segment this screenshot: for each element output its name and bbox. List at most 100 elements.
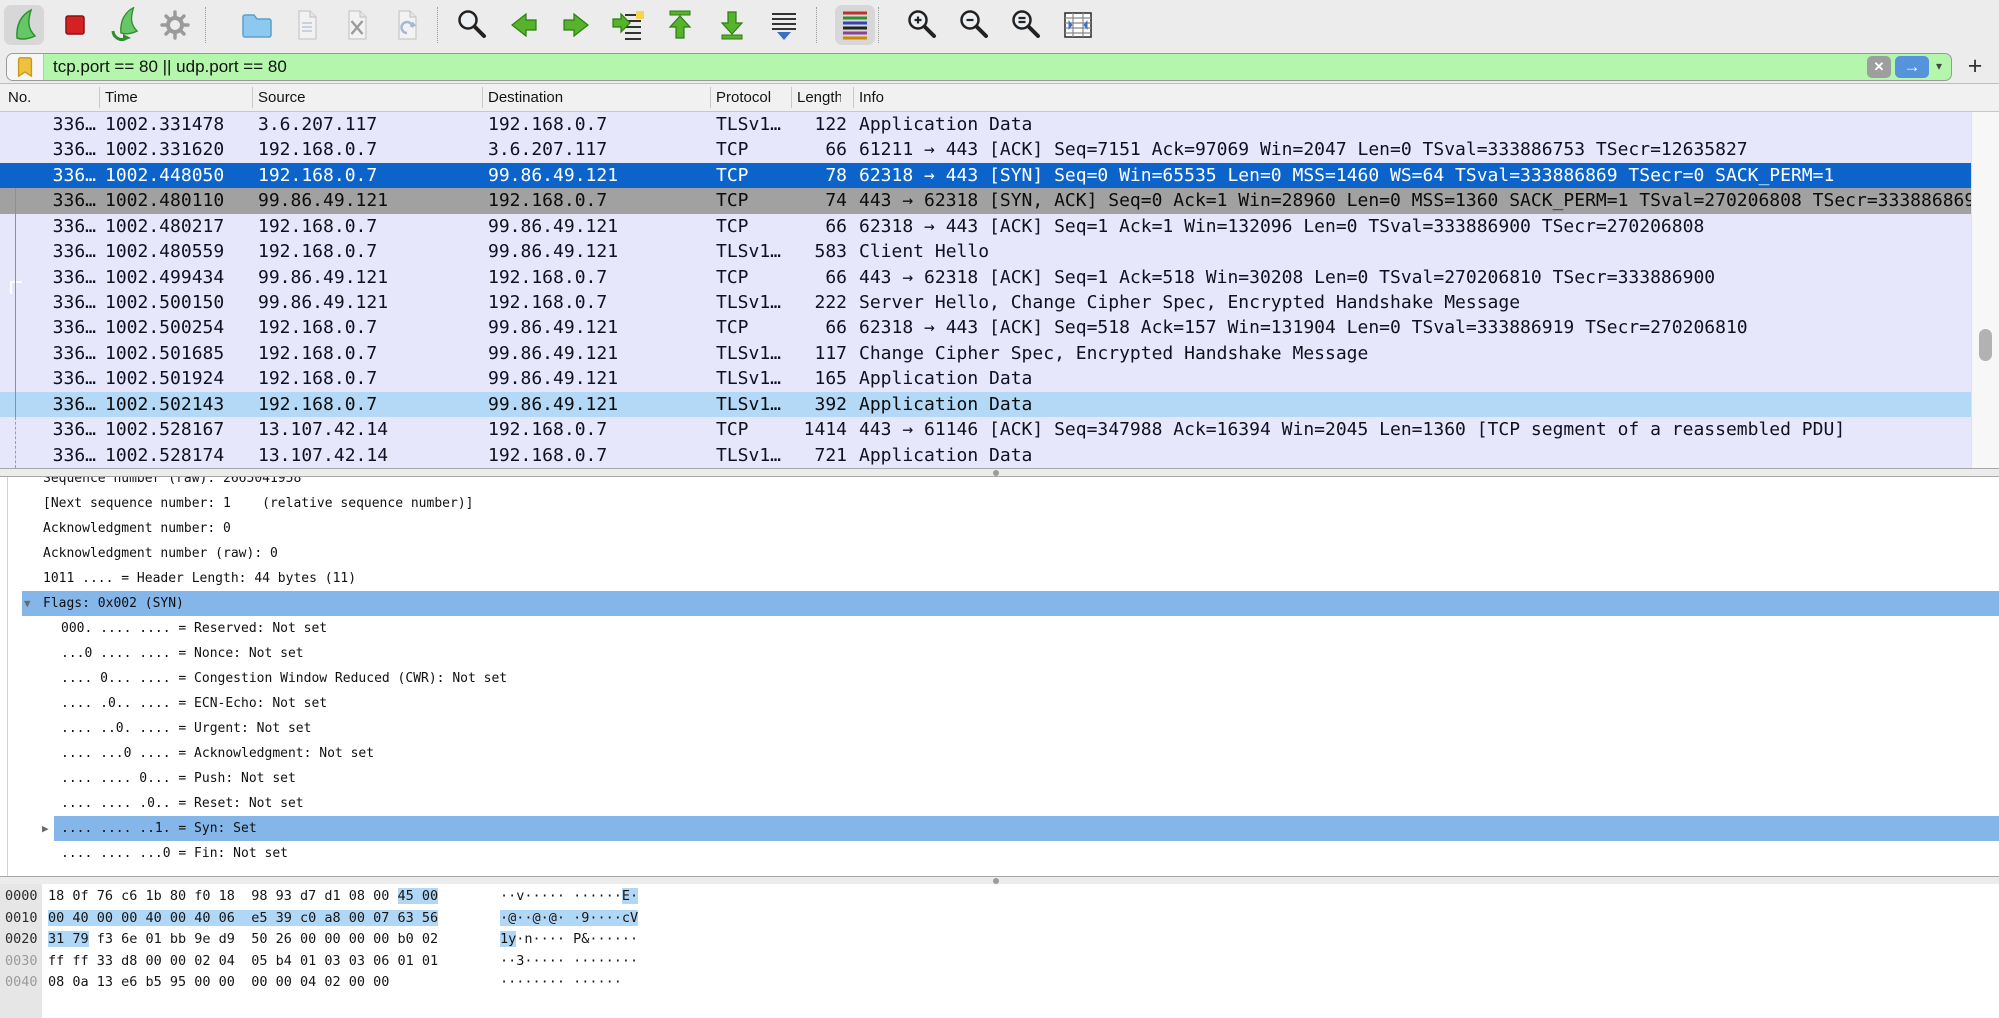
vertical-scrollbar[interactable] — [1971, 112, 1999, 468]
column-separator[interactable] — [252, 87, 253, 108]
column-header-no[interactable]: No. — [8, 84, 94, 111]
packet-row[interactable]: 336…1002.52817413.107.42.14192.168.0.7TL… — [0, 443, 1999, 468]
hex-ascii[interactable]: ·@··@·@· ·9····cV — [500, 908, 638, 929]
hex-row: 0040 08 0a 13 e6 b5 95 00 00 00 00 04 02 … — [0, 972, 1999, 993]
column-header-protocol[interactable]: Protocol — [716, 84, 789, 111]
find-packet-button[interactable] — [452, 5, 492, 45]
go-to-packet-button[interactable] — [608, 5, 648, 45]
detail-line[interactable]: Acknowledgment number: 0 — [0, 516, 1999, 541]
packet-row[interactable]: 336…1002.501924192.168.0.799.86.49.121TL… — [0, 366, 1999, 391]
detail-line[interactable]: Acknowledgment number (raw): 0 — [0, 541, 1999, 566]
filter-dropdown-caret[interactable]: ▾ — [1931, 59, 1947, 73]
detail-line[interactable]: .... .... ...0 = Fin: Not set — [0, 841, 1999, 866]
column-header-source[interactable]: Source — [258, 84, 480, 111]
detail-line[interactable]: .... ...0 .... = Acknowledgment: Not set — [0, 741, 1999, 766]
auto-scroll-button[interactable] — [764, 5, 804, 45]
hex-ascii[interactable]: ··3····· ········ — [500, 951, 638, 972]
column-separator[interactable] — [99, 87, 100, 108]
detail-line[interactable]: .... 0... .... = Congestion Window Reduc… — [0, 666, 1999, 691]
detail-line[interactable]: [Next sequence number: 1 (relative seque… — [0, 491, 1999, 516]
packet-row[interactable]: 336…1002.480217192.168.0.799.86.49.121TC… — [0, 214, 1999, 239]
detail-line[interactable]: Sequence number (raw): 2665041958 — [0, 477, 1999, 491]
file-save-button[interactable] — [287, 5, 327, 45]
go-last-packet-button[interactable] — [712, 5, 752, 45]
hex-bytes[interactable]: ff ff 33 d8 00 00 02 04 05 b4 01 03 03 0… — [48, 951, 438, 972]
hex-bytes[interactable]: 31 79 f3 6e 01 bb 9e d9 50 26 00 00 00 0… — [48, 929, 438, 950]
zoom-100-button[interactable] — [1006, 5, 1046, 45]
go-forward-button[interactable] — [556, 5, 596, 45]
column-separator[interactable] — [791, 87, 792, 108]
cell-destination: 192.168.0.7 — [488, 188, 607, 213]
detail-line[interactable]: ▼Flags: 0x002 (SYN) — [0, 591, 1999, 616]
cell-source: 13.107.42.14 — [258, 443, 388, 468]
packet-row[interactable]: 336…1002.331620192.168.0.73.6.207.117TCP… — [0, 137, 1999, 162]
packet-row[interactable]: 336…1002.448050192.168.0.799.86.49.121TC… — [0, 163, 1999, 188]
hex-bytes[interactable]: 18 0f 76 c6 1b 80 f0 18 98 93 d7 d1 08 0… — [48, 886, 438, 907]
capture-start-button[interactable] — [4, 5, 44, 45]
cell-destination: 99.86.49.121 — [488, 239, 618, 264]
packet-row[interactable]: 336…1002.3314783.6.207.117192.168.0.7TLS… — [0, 112, 1999, 137]
filter-add-button[interactable]: + — [1961, 52, 1989, 80]
detail-line[interactable]: .... .... 0... = Push: Not set — [0, 766, 1999, 791]
expand-open-icon[interactable]: ▼ — [24, 591, 31, 616]
hex-offset: 0010 — [5, 908, 38, 929]
packet-row[interactable]: 336…1002.50015099.86.49.121192.168.0.7TL… — [0, 290, 1999, 315]
packet-row[interactable]: 336…1002.49943499.86.49.121192.168.0.7TC… — [0, 265, 1999, 290]
packet-row[interactable]: 336…1002.480559192.168.0.799.86.49.121TL… — [0, 239, 1999, 264]
column-separator[interactable] — [710, 87, 711, 108]
hex-ascii[interactable]: ········ ······ — [500, 972, 622, 993]
capture-restart-button[interactable] — [105, 5, 145, 45]
packet-row[interactable]: 336…1002.501685192.168.0.799.86.49.121TL… — [0, 341, 1999, 366]
column-header-info[interactable]: Info — [859, 84, 1959, 111]
packet-row[interactable]: 336…1002.48011099.86.49.121192.168.0.7TC… — [0, 188, 1999, 213]
column-separator[interactable] — [482, 87, 483, 108]
hex-bytes[interactable]: 08 0a 13 e6 b5 95 00 00 00 00 04 02 00 0… — [48, 972, 389, 993]
detail-text: Acknowledgment number: 0 — [43, 516, 231, 541]
hex-ascii[interactable]: ··v····· ······E· — [500, 886, 638, 907]
display-filter-input[interactable]: tcp.port == 80 || udp.port == 80 ✕ → ▾ — [6, 53, 1952, 81]
zoom-in-button[interactable] — [902, 5, 942, 45]
capture-options-button[interactable] — [155, 5, 195, 45]
cell-time: 1002.480217 — [105, 214, 224, 239]
cell-destination: 192.168.0.7 — [488, 265, 607, 290]
packet-row[interactable]: 336…1002.500254192.168.0.799.86.49.121TC… — [0, 315, 1999, 340]
resize-columns-button[interactable] — [1058, 5, 1098, 45]
packet-row[interactable]: 336…1002.502143192.168.0.799.86.49.121TL… — [0, 392, 1999, 417]
detail-line[interactable]: .... ..0. .... = Urgent: Not set — [0, 716, 1999, 741]
detail-line[interactable]: 000. .... .... = Reserved: Not set — [0, 616, 1999, 641]
zoom-100-icon — [1008, 7, 1044, 43]
scrollbar-thumb[interactable] — [1979, 329, 1992, 361]
detail-line[interactable]: .... .0.. .... = ECN-Echo: Not set — [0, 691, 1999, 716]
filter-clear-button[interactable]: ✕ — [1867, 56, 1891, 78]
colorize-packets-button[interactable] — [835, 5, 875, 45]
hex-ascii[interactable]: 1y·n···· P&······ — [500, 929, 638, 950]
hex-bytes[interactable]: 00 40 00 00 40 00 40 06 e5 39 c0 a8 00 0… — [48, 908, 438, 929]
go-first-packet-button[interactable] — [660, 5, 700, 45]
capture-stop-button[interactable] — [55, 5, 95, 45]
hex-offset: 0040 — [5, 972, 38, 993]
filter-query-text[interactable]: tcp.port == 80 || udp.port == 80 — [53, 54, 287, 80]
detail-text: .... .... .0.. = Reset: Not set — [61, 791, 304, 816]
column-header-time[interactable]: Time — [105, 84, 250, 111]
packet-row[interactable]: 336…1002.52816713.107.42.14192.168.0.7TC… — [0, 417, 1999, 442]
file-open-button[interactable] — [237, 5, 277, 45]
cell-source: 192.168.0.7 — [258, 214, 377, 239]
detail-line[interactable]: .... .... .0.. = Reset: Not set — [0, 791, 1999, 816]
column-header-destination[interactable]: Destination — [488, 84, 708, 111]
column-header-length[interactable]: Length — [797, 84, 841, 111]
detail-line[interactable]: ...0 .... .... = Nonce: Not set — [0, 641, 1999, 666]
detail-line[interactable]: 1011 .... = Header Length: 44 bytes (11) — [0, 566, 1999, 591]
filter-apply-button[interactable]: → — [1895, 56, 1929, 78]
detail-text: .... 0... .... = Congestion Window Reduc… — [61, 666, 507, 691]
go-back-button[interactable] — [504, 5, 544, 45]
detail-line[interactable]: ▶.... .... ..1. = Syn: Set — [0, 816, 1999, 841]
expand-closed-icon[interactable]: ▶ — [42, 816, 49, 841]
column-separator[interactable] — [853, 87, 854, 108]
pane-splitter-1[interactable] — [0, 468, 1999, 477]
zoom-out-button[interactable] — [954, 5, 994, 45]
file-reload-button[interactable] — [387, 5, 427, 45]
file-close-button[interactable] — [337, 5, 377, 45]
filter-bookmark-button[interactable] — [7, 54, 44, 80]
cell-destination: 99.86.49.121 — [488, 341, 618, 366]
zoom-out-icon — [956, 7, 992, 43]
